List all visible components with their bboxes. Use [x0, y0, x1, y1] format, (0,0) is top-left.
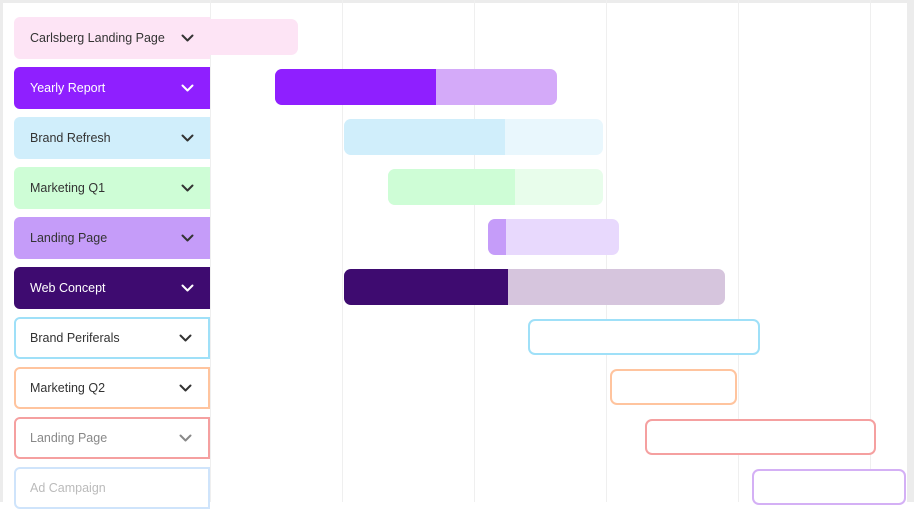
task-name: Web Concept	[30, 281, 106, 295]
chevron-down-icon[interactable]	[170, 334, 200, 342]
task-name: Landing Page	[30, 231, 108, 245]
chevron-down-icon[interactable]	[170, 384, 200, 392]
task-row-label[interactable]: Marketing Q1	[14, 167, 210, 209]
task-name: Brand Refresh	[30, 131, 111, 145]
chevron-down-icon[interactable]	[172, 284, 202, 292]
chevron-down-icon[interactable]	[172, 234, 202, 242]
task-name: Carlsberg Landing Page	[30, 31, 165, 45]
task-row-label[interactable]: Yearly Report	[14, 67, 210, 109]
task-row-label[interactable]: Brand Refresh	[14, 117, 210, 159]
task-progress	[488, 219, 507, 255]
task-row-label[interactable]: Landing Page	[14, 417, 210, 459]
task-name: Yearly Report	[30, 81, 106, 95]
task-bar[interactable]	[344, 269, 725, 305]
task-bar[interactable]	[645, 419, 876, 455]
task-progress	[275, 69, 436, 105]
task-name: Landing Page	[30, 431, 108, 445]
task-name: Marketing Q2	[30, 381, 106, 395]
task-name: Marketing Q1	[30, 181, 106, 195]
task-bar[interactable]	[275, 69, 557, 105]
task-bar[interactable]	[752, 469, 906, 505]
chevron-down-icon[interactable]	[172, 184, 202, 192]
task-row-label[interactable]: Brand Periferals	[14, 317, 210, 359]
task-name: Ad Campaign	[30, 481, 106, 495]
task-row-label[interactable]: Ad Campaign	[14, 467, 210, 509]
task-progress	[344, 269, 508, 305]
chevron-down-icon[interactable]	[170, 434, 200, 442]
scrollbar[interactable]	[907, 0, 914, 502]
task-name: Brand Periferals	[30, 331, 120, 345]
task-bar[interactable]	[488, 219, 619, 255]
task-row-label[interactable]: Web Concept	[14, 267, 210, 309]
chevron-down-icon[interactable]	[172, 84, 202, 92]
task-progress	[388, 169, 515, 205]
chevron-down-icon[interactable]	[172, 34, 202, 42]
task-bar[interactable]	[210, 19, 298, 55]
task-bar[interactable]	[610, 369, 737, 405]
task-progress	[344, 119, 505, 155]
task-row-label[interactable]: Marketing Q2	[14, 367, 210, 409]
chevron-down-icon[interactable]	[172, 134, 202, 142]
task-bar[interactable]	[388, 169, 603, 205]
grid-line	[210, 0, 211, 502]
task-bar[interactable]	[528, 319, 760, 355]
task-row-label[interactable]: Landing Page	[14, 217, 210, 259]
task-row-label[interactable]: Carlsberg Landing Page	[14, 17, 210, 59]
task-bar[interactable]	[344, 119, 603, 155]
